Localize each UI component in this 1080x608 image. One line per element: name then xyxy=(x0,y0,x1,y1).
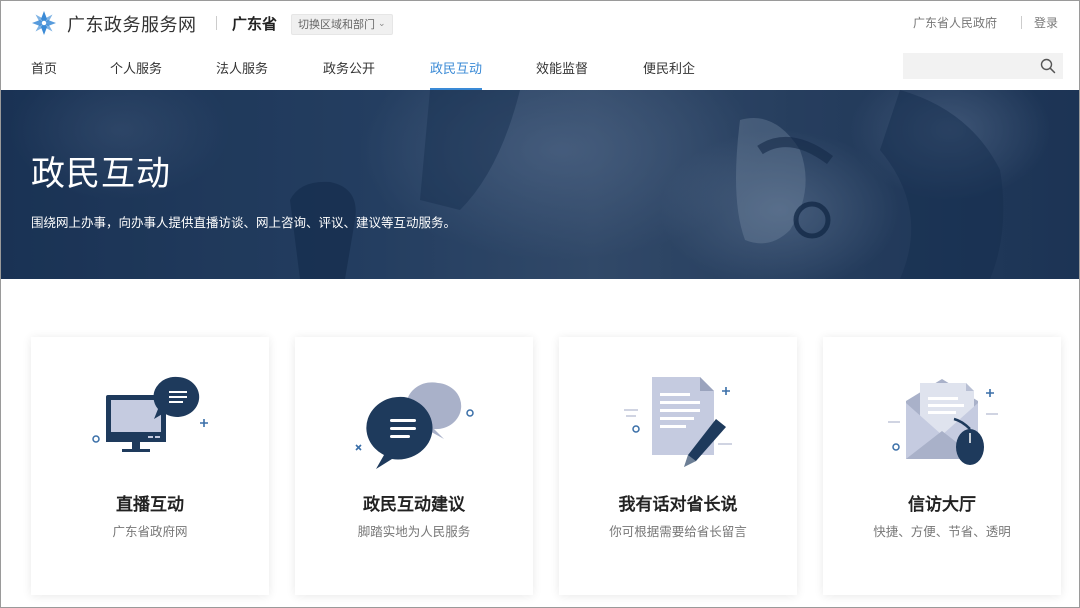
nav-item-disclosure[interactable]: 政务公开 xyxy=(323,58,375,90)
envelope-mouse-icon xyxy=(888,379,998,465)
document-pen-icon xyxy=(624,377,732,467)
region-name: 广东省 xyxy=(232,15,278,33)
card-desc: 脚踏实地为人民服务 xyxy=(357,524,471,539)
login-link[interactable]: 登录 xyxy=(1034,14,1058,31)
site-name[interactable]: 广东政务服务网 xyxy=(67,11,197,37)
card-petition-hall[interactable]: 信访大厅 快捷、方便、节省、透明 xyxy=(823,337,1061,595)
divider xyxy=(216,16,217,30)
nav-item-home[interactable]: 首页 xyxy=(31,58,57,90)
top-bar: 广东政务服务网 广东省 切换区域和部门 ⌄ 广东省人民政府 登录 xyxy=(0,0,1080,44)
search-icon[interactable] xyxy=(1040,58,1056,74)
chevron-down-icon: ⌄ xyxy=(378,19,386,29)
card-title: 政民互动建议 xyxy=(363,495,465,515)
nav-item-corporate[interactable]: 法人服务 xyxy=(216,58,268,90)
monitor-chat-icon xyxy=(92,376,208,452)
gov-link[interactable]: 广东省人民政府 xyxy=(913,14,997,31)
speech-bubbles-icon xyxy=(355,382,474,469)
site-logo-icon xyxy=(32,11,56,35)
hero-banner: 政民互动 围绕网上办事，向办事人提供直播访谈、网上咨询、评议、建议等互动服务。 xyxy=(0,90,1080,279)
card-interaction-suggestions[interactable]: 政民互动建议 脚踏实地为人民服务 xyxy=(295,337,533,595)
banner-title: 政民互动 xyxy=(31,154,171,194)
search-input[interactable] xyxy=(903,53,1063,79)
region-switch-label: 切换区域和部门 xyxy=(298,18,375,31)
card-title: 直播互动 xyxy=(116,495,184,515)
nav-item-supervision[interactable]: 效能监督 xyxy=(536,58,588,90)
main-nav: 首页 个人服务 法人服务 政务公开 政民互动 效能监督 便民利企 xyxy=(0,50,1080,90)
nav-item-interaction[interactable]: 政民互动 xyxy=(430,58,483,90)
card-title: 我有话对省长说 xyxy=(618,495,738,515)
divider xyxy=(1021,16,1022,29)
card-desc: 快捷、方便、节省、透明 xyxy=(873,524,1011,539)
banner-subtitle: 围绕网上办事，向办事人提供直播访谈、网上咨询、评议、建议等互动服务。 xyxy=(31,215,457,230)
card-message-governor[interactable]: 我有话对省长说 你可根据需要给省长留言 xyxy=(559,337,797,595)
region-switch-button[interactable]: 切换区域和部门 ⌄ xyxy=(291,14,393,35)
nav-item-convenience[interactable]: 便民利企 xyxy=(643,58,695,90)
card-title: 信访大厅 xyxy=(908,495,976,515)
card-desc: 广东省政府网 xyxy=(112,524,188,539)
nav-item-personal[interactable]: 个人服务 xyxy=(110,58,162,90)
card-desc: 你可根据需要给省长留言 xyxy=(609,524,747,539)
card-live-interaction[interactable]: 直播互动 广东省政府网 xyxy=(31,337,269,595)
